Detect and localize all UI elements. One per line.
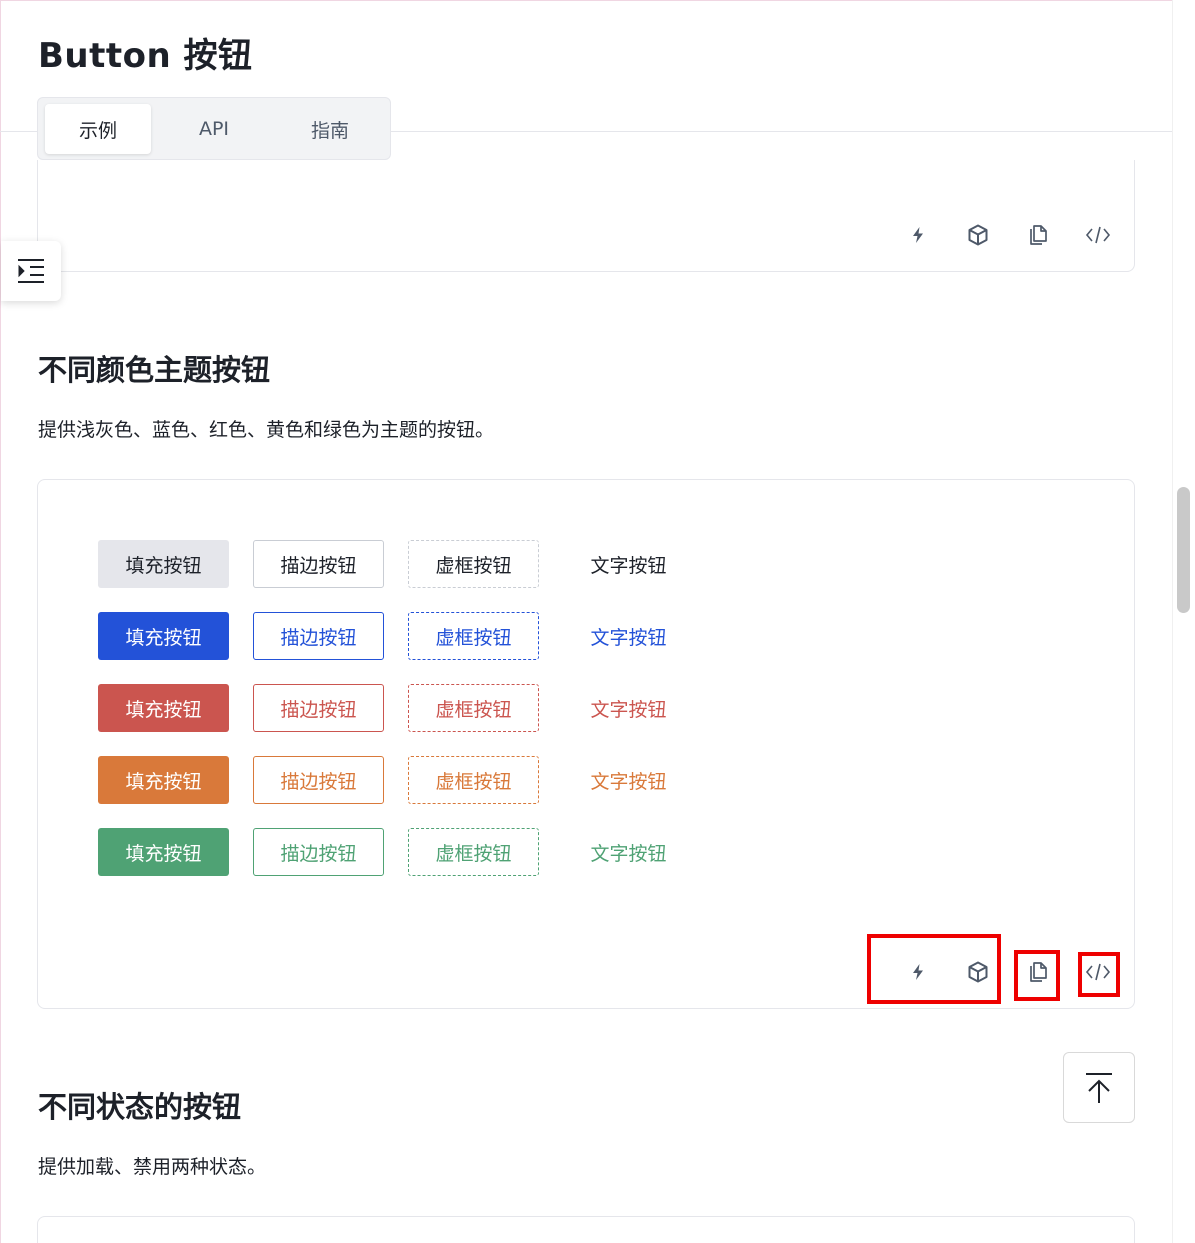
- outline-button[interactable]: 描边按钮: [253, 828, 384, 876]
- back-to-top-button[interactable]: [1063, 1052, 1135, 1123]
- section-desc-states: 提供加载、禁用两种状态。: [38, 1156, 267, 1178]
- page-border: [0, 0, 1, 1243]
- highlight-box: [1078, 952, 1120, 997]
- button-row-orange: 填充按钮 描边按钮 虚框按钮 文字按钮: [98, 756, 694, 804]
- tab-api[interactable]: API: [161, 104, 267, 154]
- dashed-button[interactable]: 虚框按钮: [408, 612, 539, 660]
- toc-toggle-button[interactable]: [1, 241, 61, 301]
- tab-bar: 示例 API 指南: [37, 97, 391, 160]
- fill-button[interactable]: 填充按钮: [98, 684, 229, 732]
- code-icon[interactable]: [1078, 215, 1118, 255]
- fill-button[interactable]: 填充按钮: [98, 756, 229, 804]
- text-button[interactable]: 文字按钮: [563, 828, 694, 876]
- text-button[interactable]: 文字按钮: [563, 684, 694, 732]
- dashed-button[interactable]: 虚框按钮: [408, 540, 539, 588]
- copy-icon[interactable]: [1018, 215, 1058, 255]
- tab-guide[interactable]: 指南: [277, 104, 383, 154]
- lightning-icon[interactable]: [898, 215, 938, 255]
- section-title-states: 不同状态的按钮: [38, 1090, 242, 1124]
- outline-button[interactable]: 描边按钮: [253, 612, 384, 660]
- outline-button[interactable]: 描边按钮: [253, 540, 384, 588]
- fill-button[interactable]: 填充按钮: [98, 540, 229, 588]
- demo-card-states: [37, 1216, 1135, 1243]
- highlight-box: [1014, 950, 1060, 1001]
- button-row-gray: 填充按钮 描边按钮 虚框按钮 文字按钮: [98, 540, 694, 588]
- page-title: Button 按钮: [38, 36, 253, 76]
- outline-button[interactable]: 描边按钮: [253, 684, 384, 732]
- outline-button[interactable]: 描边按钮: [253, 756, 384, 804]
- section-title-colors: 不同颜色主题按钮: [38, 353, 271, 387]
- demo-card-colors: 填充按钮 描边按钮 虚框按钮 文字按钮 填充按钮 描边按钮 虚框按钮 文字按钮 …: [37, 479, 1135, 1009]
- fill-button[interactable]: 填充按钮: [98, 828, 229, 876]
- scrollbar-thumb[interactable]: [1177, 487, 1190, 613]
- dashed-button[interactable]: 虚框按钮: [408, 828, 539, 876]
- text-button[interactable]: 文字按钮: [563, 540, 694, 588]
- tab-examples[interactable]: 示例: [45, 104, 151, 154]
- button-row-blue: 填充按钮 描边按钮 虚框按钮 文字按钮: [98, 612, 694, 660]
- dashed-button[interactable]: 虚框按钮: [408, 684, 539, 732]
- dashed-button[interactable]: 虚框按钮: [408, 756, 539, 804]
- section-desc-colors: 提供浅灰色、蓝色、红色、黄色和绿色为主题的按钮。: [38, 419, 495, 441]
- highlight-box: [867, 934, 1001, 1004]
- text-button[interactable]: 文字按钮: [563, 756, 694, 804]
- text-button[interactable]: 文字按钮: [563, 612, 694, 660]
- fill-button[interactable]: 填充按钮: [98, 612, 229, 660]
- scrollbar-track[interactable]: [1172, 0, 1195, 1243]
- page-border-top: [0, 0, 1195, 1]
- cube-icon[interactable]: [958, 215, 998, 255]
- button-row-green: 填充按钮 描边按钮 虚框按钮 文字按钮: [98, 828, 694, 876]
- button-row-red: 填充按钮 描边按钮 虚框按钮 文字按钮: [98, 684, 694, 732]
